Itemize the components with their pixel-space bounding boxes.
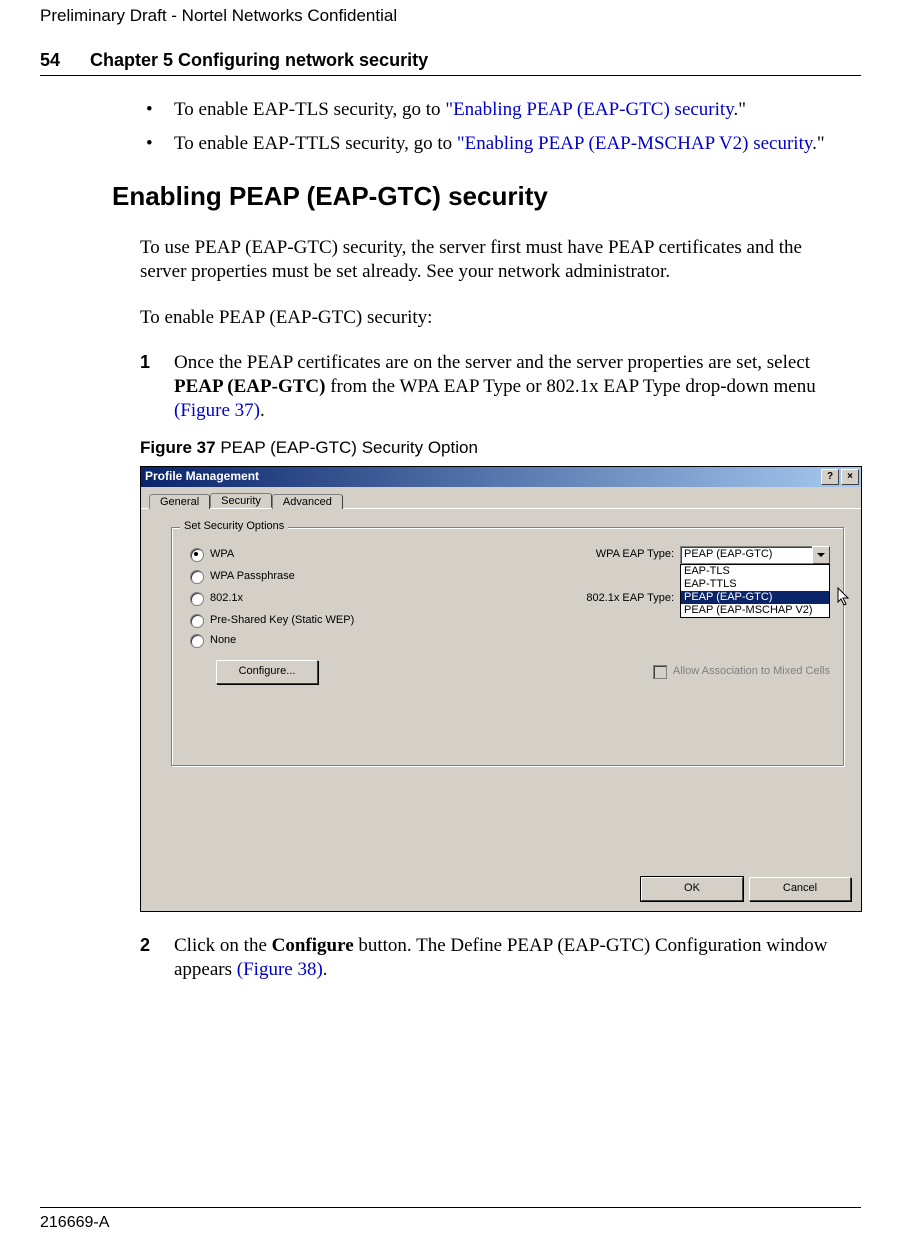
radio-label: Pre-Shared Key (Static WEP) (210, 614, 410, 628)
profile-management-dialog: Profile Management ? × General Security … (140, 466, 862, 912)
bullet-item: To enable EAP-TLS security, go to "Enabl… (140, 98, 851, 122)
dropdown-option[interactable]: PEAP (EAP-MSCHAP V2) (681, 604, 829, 617)
dialog-button-bar: OK Cancel (141, 867, 861, 911)
allow-mixed-label: Allow Association to Mixed Cells (673, 665, 830, 679)
header-rule (40, 75, 861, 76)
close-button[interactable]: × (841, 469, 859, 485)
step-number: 2 (140, 934, 150, 957)
step-bold: Configure (272, 935, 354, 956)
chevron-down-icon[interactable] (812, 546, 830, 564)
tab-security[interactable]: Security (210, 493, 272, 508)
groupbox-legend: Set Security Options (180, 520, 288, 534)
tab-general[interactable]: General (149, 494, 210, 509)
figure-label: Figure 37 (140, 438, 216, 457)
step-text: from the WPA EAP Type or 802.1x EAP Type… (325, 376, 815, 397)
draft-notice: Preliminary Draft - Nortel Networks Conf… (40, 0, 861, 26)
tab-panel: Set Security Options WPA WPA EAP Type: P… (141, 509, 861, 777)
chapter-title: Chapter 5 Configuring network security (90, 50, 428, 70)
cross-reference-link[interactable]: "Enabling PEAP (EAP-GTC) security (445, 99, 733, 120)
radio-label: WPA Passphrase (210, 570, 410, 584)
configure-button[interactable]: Configure... (216, 660, 318, 684)
bullet-text: ." (812, 133, 825, 154)
figure-title: PEAP (EAP-GTC) Security Option (216, 438, 478, 457)
figure-reference-link[interactable]: (Figure 38) (237, 959, 323, 980)
security-options-groupbox: Set Security Options WPA WPA EAP Type: P… (171, 527, 845, 767)
step-bold: PEAP (EAP-GTC) (174, 376, 325, 397)
dialog-titlebar[interactable]: Profile Management ? × (141, 467, 861, 487)
step-text: . (323, 959, 328, 980)
combo-value: PEAP (EAP-GTC) (680, 546, 812, 564)
dropdown-option[interactable]: EAP-TLS (681, 565, 829, 578)
footer-docid: 216669-A (40, 1214, 109, 1232)
combo-label: WPA EAP Type: (410, 548, 680, 562)
radio-wpa[interactable] (190, 548, 204, 562)
bullet-text: ." (733, 99, 746, 120)
configure-row: Configure... Allow Association to Mixed … (190, 660, 830, 684)
tab-advanced[interactable]: Advanced (272, 494, 343, 509)
radio-8021x[interactable] (190, 592, 204, 606)
paragraph: To enable PEAP (EAP-GTC) security: (140, 306, 851, 330)
bullet-item: To enable EAP-TTLS security, go to "Enab… (140, 132, 851, 156)
radio-row: None (190, 634, 830, 648)
step-item: 1 Once the PEAP certificates are on the … (140, 351, 851, 422)
document-page: Preliminary Draft - Nortel Networks Conf… (0, 0, 901, 1252)
step-list: 1 Once the PEAP certificates are on the … (140, 351, 851, 422)
body-content: To enable EAP-TLS security, go to "Enabl… (40, 98, 861, 981)
radio-label: 802.1x (210, 592, 410, 606)
radio-label: WPA (210, 548, 410, 562)
radio-label: None (210, 634, 410, 648)
help-button[interactable]: ? (821, 469, 839, 485)
combo-label: 802.1x EAP Type: (410, 592, 680, 606)
footer-rule (40, 1207, 861, 1208)
ok-button[interactable]: OK (641, 877, 743, 901)
radio-wpa-passphrase[interactable] (190, 570, 204, 584)
radio-psk[interactable] (190, 614, 204, 628)
step-list: 2 Click on the Configure button. The Def… (140, 934, 851, 982)
page-number: 54 (40, 50, 60, 71)
figure-reference-link[interactable]: (Figure 37) (174, 400, 260, 421)
figure-caption: Figure 37 PEAP (EAP-GTC) Security Option (140, 437, 851, 458)
eap-type-dropdown-list[interactable]: EAP-TLS EAP-TTLS PEAP (EAP-GTC) PEAP (EA… (680, 564, 830, 618)
step-text: . (260, 400, 265, 421)
dropdown-option[interactable]: EAP-TTLS (681, 578, 829, 591)
cancel-button[interactable]: Cancel (749, 877, 851, 901)
allow-mixed-checkbox (653, 665, 667, 679)
cross-reference-link[interactable]: "Enabling PEAP (EAP-MSCHAP V2) security (457, 133, 812, 154)
running-header: 54 Chapter 5 Configuring network security (40, 26, 861, 71)
radio-row: WPA WPA EAP Type: PEAP (EAP-GTC) (190, 546, 830, 564)
bullet-text: To enable EAP-TLS security, go to (174, 99, 445, 120)
paragraph: To use PEAP (EAP-GTC) security, the serv… (140, 236, 851, 284)
dialog-title: Profile Management (145, 469, 259, 484)
step-text: Click on the (174, 935, 272, 956)
step-number: 1 (140, 351, 150, 374)
step-item: 2 Click on the Configure button. The Def… (140, 934, 851, 982)
wpa-eap-type-combo[interactable]: PEAP (EAP-GTC) (680, 546, 830, 564)
bullet-text: To enable EAP-TTLS security, go to (174, 133, 457, 154)
dropdown-option-selected[interactable]: PEAP (EAP-GTC) (681, 591, 829, 604)
section-heading: Enabling PEAP (EAP-GTC) security (112, 180, 851, 213)
bullet-list: To enable EAP-TLS security, go to "Enabl… (140, 98, 851, 156)
step-text: Once the PEAP certificates are on the se… (174, 352, 810, 373)
radio-none[interactable] (190, 634, 204, 648)
titlebar-buttons: ? × (821, 469, 859, 485)
tab-row: General Security Advanced (141, 487, 861, 509)
